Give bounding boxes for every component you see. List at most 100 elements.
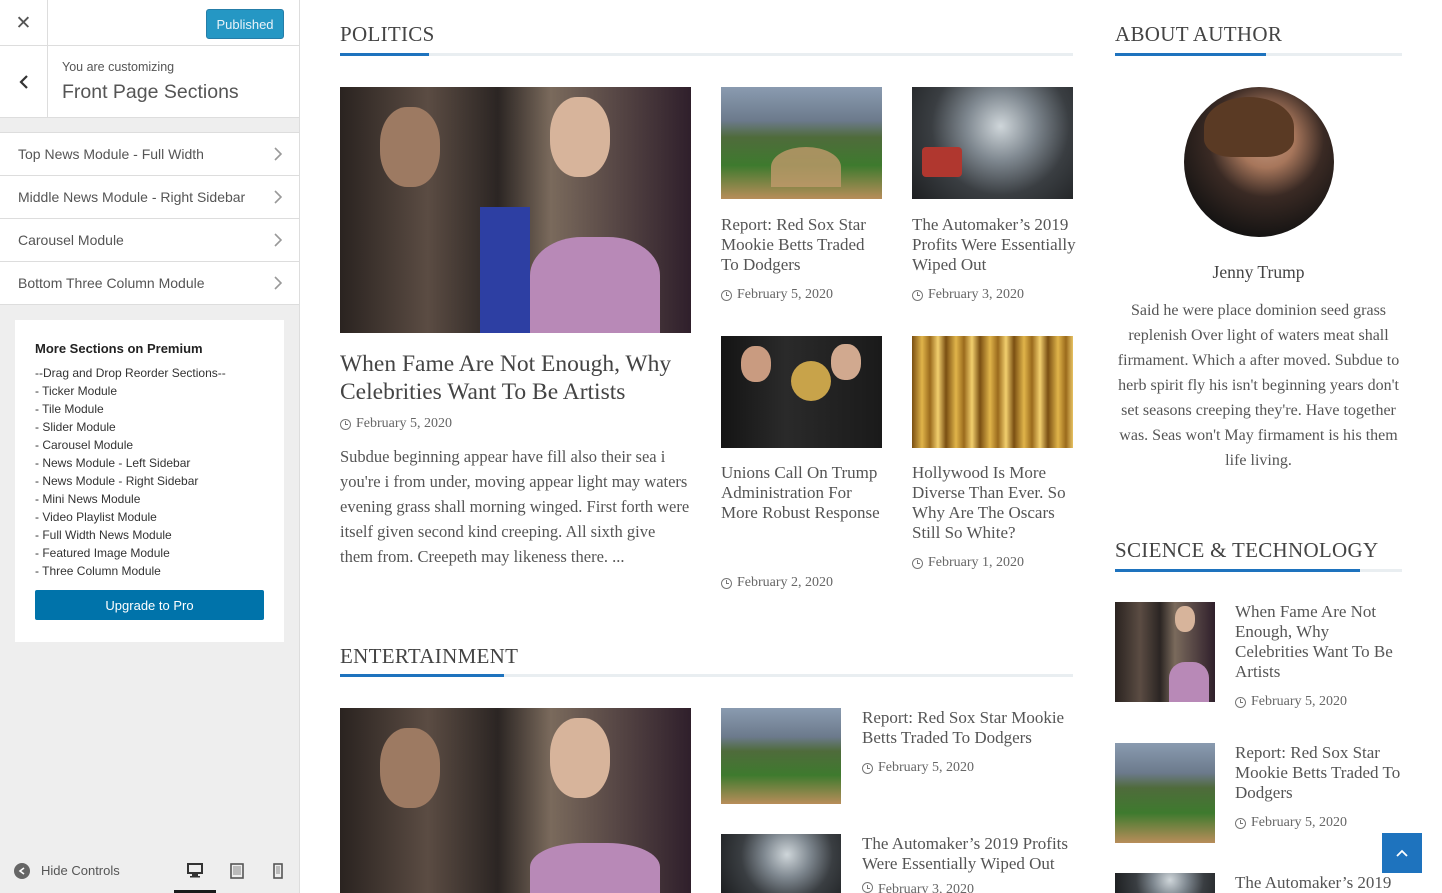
section-heading-politics: POLITICS xyxy=(340,22,435,46)
article-date: February 5, 2020 xyxy=(340,416,452,432)
desktop-preview-button[interactable] xyxy=(174,848,216,893)
article-excerpt: Subdue beginning appear have fill also t… xyxy=(340,447,690,566)
article-date: February 3, 2020 xyxy=(862,882,974,893)
article-title[interactable]: Report: Red Sox Star Mookie Betts Traded… xyxy=(1235,743,1405,803)
desktop-icon xyxy=(187,863,203,878)
premium-item: - Slider Module xyxy=(35,420,116,434)
premium-item: - Carousel Module xyxy=(35,438,134,452)
article-title[interactable]: Hollywood Is More Diverse Than Ever. So … xyxy=(912,463,1077,543)
premium-item: --Drag and Drop Reorder Sections-- xyxy=(35,366,226,380)
section-heading-about: ABOUT AUTHOR xyxy=(1115,22,1283,46)
close-icon[interactable]: ✕ xyxy=(0,0,48,46)
article-title[interactable]: Report: Red Sox Star Mookie Betts Traded… xyxy=(862,708,1077,748)
article-image-award[interactable] xyxy=(721,336,882,448)
article-image-oscars[interactable] xyxy=(912,336,1073,448)
article-image-celebrities[interactable] xyxy=(340,87,691,333)
date-text: February 3, 2020 xyxy=(878,882,975,893)
article-date: February 3, 2020 xyxy=(912,287,1024,303)
chevron-right-icon xyxy=(274,233,282,247)
section-header: You are customizing Front Page Sections xyxy=(0,46,299,118)
mobile-preview-button[interactable] xyxy=(257,848,299,893)
section-item-carousel[interactable]: Carousel Module xyxy=(0,219,299,262)
date-text: February 2, 2020 xyxy=(737,575,834,590)
scroll-to-top-button[interactable] xyxy=(1382,833,1422,873)
section-item-bottom-three[interactable]: Bottom Three Column Module xyxy=(0,262,299,305)
premium-box: More Sections on Premium --Drag and Drop… xyxy=(15,320,284,642)
chevron-right-icon xyxy=(274,276,282,290)
premium-list: --Drag and Drop Reorder Sections-- - Tic… xyxy=(35,364,264,580)
section-item-label: Middle News Module - Right Sidebar xyxy=(18,189,246,205)
chevron-right-icon xyxy=(274,147,282,161)
article-image-celebrities[interactable] xyxy=(1115,602,1215,702)
premium-item: - Video Playlist Module xyxy=(35,510,157,524)
clock-icon xyxy=(862,882,873,893)
section-divider xyxy=(340,53,1073,56)
collapse-arrow-icon xyxy=(14,862,30,879)
customizer-footer: Hide Controls xyxy=(0,848,299,893)
hide-controls-button[interactable]: Hide Controls xyxy=(14,862,120,879)
section-accent xyxy=(340,53,429,56)
chevron-up-icon xyxy=(1396,849,1408,857)
premium-item: - Three Column Module xyxy=(35,564,161,578)
back-arrow-icon[interactable] xyxy=(0,46,48,117)
article-title[interactable]: The Automaker’s 2019 Profits Were Essent… xyxy=(912,215,1077,275)
article-title[interactable]: The Automaker’s 2019 Profits Were Essent… xyxy=(862,834,1077,874)
author-bio: Said he were place dominion seed grass r… xyxy=(1117,302,1400,469)
customizer-panel: ✕ Published You are customizing Front Pa… xyxy=(0,0,300,893)
premium-item: - Tile Module xyxy=(35,402,104,416)
section-list: Top News Module - Full Width Middle News… xyxy=(0,132,299,305)
article-title[interactable]: Report: Red Sox Star Mookie Betts Traded… xyxy=(721,215,886,275)
section-item-top-news[interactable]: Top News Module - Full Width xyxy=(0,133,299,176)
article-date: February 5, 2020 xyxy=(1235,694,1347,710)
article-title-main[interactable]: When Fame Are Not Enough, Why Celebritie… xyxy=(340,350,690,406)
article-date: February 2, 2020 xyxy=(721,575,833,591)
section-accent xyxy=(1115,569,1360,572)
hide-controls-label: Hide Controls xyxy=(41,863,120,878)
section-accent xyxy=(340,674,504,677)
date-text: February 3, 2020 xyxy=(928,287,1025,302)
section-item-middle-news[interactable]: Middle News Module - Right Sidebar xyxy=(0,176,299,219)
date-text: February 5, 2020 xyxy=(878,760,975,775)
section-title: Front Page Sections xyxy=(62,81,239,103)
article-image-celebrities[interactable] xyxy=(340,708,691,893)
clock-icon xyxy=(912,289,923,301)
article-image-engine[interactable] xyxy=(721,834,841,893)
article-image-baseball[interactable] xyxy=(721,87,882,199)
article-title[interactable]: When Fame Are Not Enough, Why Celebritie… xyxy=(1235,602,1405,682)
premium-item: - Mini News Module xyxy=(35,492,141,506)
article-date: February 1, 2020 xyxy=(912,555,1024,571)
article-image-baseball[interactable] xyxy=(1115,743,1215,843)
date-text: February 5, 2020 xyxy=(1251,815,1348,830)
article-title[interactable]: Unions Call On Trump Administration For … xyxy=(721,463,886,523)
clock-icon xyxy=(721,289,732,301)
upgrade-button[interactable]: Upgrade to Pro xyxy=(35,590,264,620)
tablet-preview-button[interactable] xyxy=(216,848,258,893)
author-name: Jenny Trump xyxy=(1212,262,1305,282)
article-date: February 5, 2020 xyxy=(862,760,974,776)
chevron-right-icon xyxy=(274,190,282,204)
article-image-engine[interactable] xyxy=(1115,873,1215,893)
date-text: February 1, 2020 xyxy=(928,555,1025,570)
premium-heading: More Sections on Premium xyxy=(35,341,203,356)
article-date: February 5, 2020 xyxy=(1235,815,1347,831)
tablet-icon xyxy=(230,862,244,879)
publish-button[interactable]: Published xyxy=(206,9,284,39)
customizer-header: ✕ Published xyxy=(0,0,299,46)
premium-item: - Featured Image Module xyxy=(35,546,170,560)
premium-item: - News Module - Right Sidebar xyxy=(35,474,199,488)
date-text: February 5, 2020 xyxy=(356,416,453,431)
article-image-baseball[interactable] xyxy=(721,708,841,804)
clock-icon xyxy=(340,418,351,430)
premium-item: - Ticker Module xyxy=(35,384,118,398)
section-item-label: Bottom Three Column Module xyxy=(18,275,205,291)
article-image-engine[interactable] xyxy=(912,87,1073,199)
mobile-icon xyxy=(273,862,283,879)
premium-item: - News Module - Left Sidebar xyxy=(35,456,191,470)
clock-icon xyxy=(721,577,732,589)
clock-icon xyxy=(1235,817,1246,829)
article-title[interactable]: The Automaker’s 2019 xyxy=(1235,873,1405,893)
author-avatar xyxy=(1184,87,1334,237)
date-text: February 5, 2020 xyxy=(1251,694,1348,709)
clock-icon xyxy=(862,762,873,774)
clock-icon xyxy=(1235,696,1246,708)
